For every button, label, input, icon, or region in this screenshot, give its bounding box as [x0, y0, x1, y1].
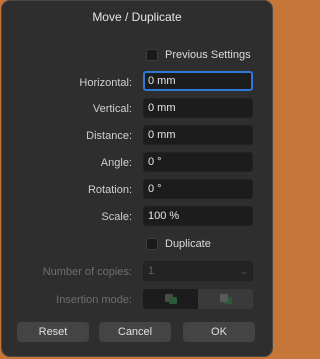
rotation-input[interactable]: 0 ° — [143, 179, 253, 199]
insertion-front-option — [198, 289, 253, 309]
insertion-mode-label: Insertion mode: — [56, 294, 132, 306]
previous-settings-label: Previous Settings — [165, 49, 251, 61]
insert-front-icon — [219, 294, 232, 304]
copies-value: 1 — [148, 265, 155, 277]
angle-label: Angle: — [100, 157, 132, 169]
angle-input[interactable]: 0 ° — [143, 152, 253, 172]
copies-label: Number of copies: — [42, 266, 132, 278]
duplicate-checkbox[interactable] — [146, 238, 158, 250]
reset-button[interactable]: Reset — [17, 322, 89, 342]
vertical-label: Vertical: — [92, 103, 132, 115]
horizontal-input[interactable]: 0 mm — [143, 71, 253, 91]
chevron-down-icon: ⌄ — [240, 266, 248, 276]
dialog-title: Move / Duplicate — [92, 10, 182, 24]
distance-label: Distance: — [86, 130, 132, 142]
insertion-behind-option — [143, 289, 198, 309]
ok-button[interactable]: OK — [183, 322, 255, 342]
move-duplicate-dialog: Move / Duplicate Previous Settings Horiz… — [1, 0, 273, 357]
scale-label: Scale: — [101, 211, 132, 223]
previous-settings-checkbox[interactable] — [146, 49, 158, 61]
distance-input[interactable]: 0 mm — [143, 125, 253, 145]
copies-input: 1 ⌄ — [143, 261, 253, 281]
insertion-mode-control — [143, 289, 253, 309]
insert-behind-icon — [164, 294, 177, 304]
horizontal-label: Horizontal: — [79, 77, 132, 89]
rotation-label: Rotation: — [87, 184, 132, 196]
duplicate-row[interactable]: Duplicate — [146, 238, 211, 250]
duplicate-label: Duplicate — [165, 238, 211, 250]
vertical-input[interactable]: 0 mm — [143, 98, 253, 118]
cancel-button[interactable]: Cancel — [99, 322, 171, 342]
previous-settings-row[interactable]: Previous Settings — [146, 49, 251, 61]
scale-input[interactable]: 100 % — [143, 206, 253, 226]
